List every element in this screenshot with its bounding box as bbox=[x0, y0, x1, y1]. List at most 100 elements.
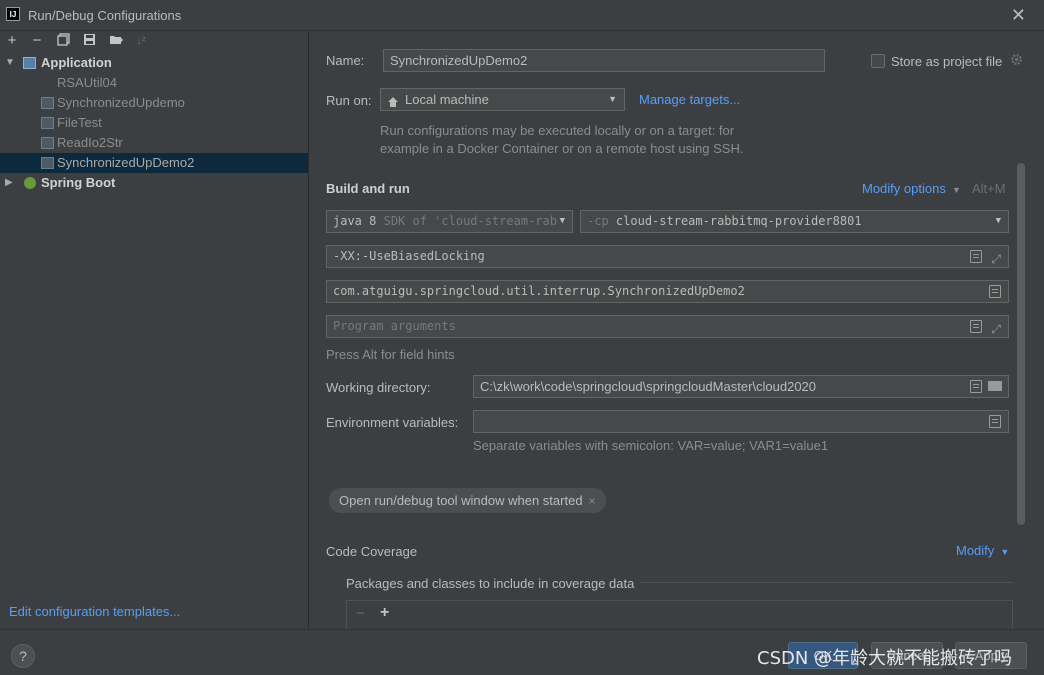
run-on-value: Local machine bbox=[405, 92, 489, 107]
program-arguments-placeholder: Program arguments bbox=[333, 319, 456, 333]
name-input[interactable]: SynchronizedUpDemo2 bbox=[383, 49, 825, 72]
working-directory-input[interactable]: C:\zk\work\code\springcloud\springcloudM… bbox=[473, 375, 1009, 398]
tree-item-spring-boot[interactable]: ▶ Spring Boot bbox=[0, 173, 308, 193]
run-on-hint-line-1: Run configurations may be executed local… bbox=[380, 123, 735, 138]
config-icon bbox=[41, 157, 54, 169]
move-to-folder-icon[interactable] bbox=[108, 33, 124, 49]
chevron-down-icon: ▼ bbox=[949, 185, 961, 195]
remove-option-icon[interactable]: × bbox=[589, 494, 596, 508]
spring-boot-icon bbox=[24, 177, 36, 189]
tree-item-config[interactable]: FileTest bbox=[0, 113, 308, 133]
environment-variables-label: Environment variables: bbox=[326, 415, 459, 430]
expand-icon[interactable]: ⤢ bbox=[991, 249, 1001, 267]
main-class-input[interactable]: com.atguigu.springcloud.util.interrup.Sy… bbox=[326, 280, 1009, 303]
modify-options-shortcut: Alt+M bbox=[972, 181, 1006, 196]
modify-options-label: Modify options bbox=[862, 181, 946, 196]
tree-item-application[interactable]: ▼ Application bbox=[0, 53, 308, 73]
store-as-project-file-label: Store as project file bbox=[891, 54, 1003, 69]
classpath-module-select[interactable]: -cp cloud-stream-rabbitmq-provider8801 ▼ bbox=[580, 210, 1009, 233]
tree-item-label: Application bbox=[41, 55, 112, 70]
environment-variables-hint: Separate variables with semicolon: VAR=v… bbox=[473, 438, 829, 453]
tree-item-config-selected[interactable]: SynchronizedUpDemo2 bbox=[0, 153, 308, 173]
tree-item-label: SynchronizedUpdemo bbox=[57, 95, 185, 110]
tree-item-label: Spring Boot bbox=[41, 175, 116, 190]
config-icon bbox=[41, 97, 54, 109]
vertical-scrollbar[interactable] bbox=[1017, 163, 1025, 525]
tree-item-label: ReadIo2Str bbox=[57, 135, 123, 150]
close-icon[interactable]: ✕ bbox=[1011, 5, 1026, 26]
coverage-packages-list[interactable]: − + bbox=[346, 600, 1013, 629]
chevron-down-icon: ▼ bbox=[995, 216, 1001, 226]
modify-options-link[interactable]: Modify options ▼ bbox=[862, 181, 961, 196]
edit-configuration-templates-link[interactable]: Edit configuration templates... bbox=[9, 604, 180, 619]
chevron-right-icon[interactable]: ▶ bbox=[5, 173, 13, 193]
config-icon bbox=[41, 137, 54, 149]
main-class-value: com.atguigu.springcloud.util.interrup.Sy… bbox=[333, 284, 745, 298]
vm-options-value: -XX:-UseBiasedLocking bbox=[333, 249, 485, 263]
tree-item-label: SynchronizedUpDemo2 bbox=[57, 155, 195, 170]
environment-variables-input[interactable] bbox=[473, 410, 1009, 433]
application-icon bbox=[23, 57, 36, 69]
section-divider bbox=[640, 582, 1013, 583]
chevron-down-icon: ▼ bbox=[608, 94, 617, 104]
dialog-footer: ? OK Cancel Apply CSDN @年龄大就不能搬砖了吗 bbox=[0, 629, 1044, 675]
classpath-module-value: cloud-stream-rabbitmq-provider8801 bbox=[615, 214, 862, 228]
gear-icon[interactable] bbox=[1010, 53, 1023, 66]
open-tool-window-option-chip[interactable]: Open run/debug tool window when started × bbox=[329, 488, 606, 513]
chevron-down-icon: ▼ bbox=[997, 547, 1010, 557]
folder-icon[interactable] bbox=[988, 381, 1002, 391]
sort-icon[interactable]: ↓² bbox=[133, 33, 149, 49]
window-title: Run/Debug Configurations bbox=[28, 8, 182, 23]
working-directory-value: C:\zk\work\code\springcloud\springcloudM… bbox=[480, 379, 817, 394]
run-on-hint-line-2: example in a Docker Container or on a re… bbox=[380, 141, 744, 156]
sdk-value: java 8 bbox=[333, 214, 377, 228]
config-toolbar: + − ↓² bbox=[0, 31, 308, 53]
copy-icon[interactable] bbox=[55, 33, 71, 49]
title-bar: IJ Run/Debug Configurations ✕ bbox=[0, 0, 1044, 31]
save-icon[interactable] bbox=[81, 33, 97, 49]
tree-item-config[interactable]: RSAUtil04 bbox=[0, 73, 308, 93]
manage-targets-link[interactable]: Manage targets... bbox=[639, 92, 740, 107]
help-button[interactable]: ? bbox=[11, 644, 35, 668]
working-directory-label: Working directory: bbox=[326, 380, 431, 395]
add-icon[interactable]: + bbox=[4, 33, 20, 49]
add-icon[interactable]: + bbox=[380, 604, 389, 622]
edit-text-icon[interactable] bbox=[970, 250, 982, 263]
edit-environment-icon[interactable] bbox=[989, 415, 1001, 428]
tree-item-config[interactable]: ReadIo2Str bbox=[0, 133, 308, 153]
alt-hint: Press Alt for field hints bbox=[326, 347, 455, 362]
tree-item-label: RSAUtil04 bbox=[57, 75, 117, 90]
vm-options-input[interactable]: -XX:-UseBiasedLocking ⤢ bbox=[326, 245, 1009, 268]
chevron-down-icon: ▼ bbox=[559, 216, 565, 226]
remove-icon[interactable]: − bbox=[356, 605, 365, 622]
modify-label: Modify bbox=[956, 543, 995, 558]
chip-label: Open run/debug tool window when started bbox=[339, 493, 583, 508]
chevron-down-icon[interactable]: ▼ bbox=[5, 53, 15, 73]
packages-label: Packages and classes to include in cover… bbox=[346, 576, 635, 591]
run-on-select[interactable]: Local machine ▼ bbox=[380, 88, 625, 111]
configurations-tree: ▼ Application RSAUtil04 SynchronizedUpde… bbox=[0, 53, 308, 193]
build-and-run-title: Build and run bbox=[326, 181, 410, 196]
configuration-editor: Name: SynchronizedUpDemo2 Store as proje… bbox=[310, 31, 1044, 629]
insert-macro-icon[interactable] bbox=[970, 380, 982, 393]
configurations-panel: + − ↓² ▼ Application RSAUtil04 Synchroni… bbox=[0, 31, 309, 629]
csdn-watermark: CSDN @年龄大就不能搬砖了吗 bbox=[757, 648, 1013, 669]
tree-item-config[interactable]: SynchronizedUpdemo bbox=[0, 93, 308, 113]
intellij-logo-icon: IJ bbox=[6, 7, 20, 21]
remove-icon[interactable]: − bbox=[29, 33, 45, 49]
program-arguments-input[interactable]: Program arguments ⤢ bbox=[326, 315, 1009, 338]
sdk-hint: SDK of 'cloud-stream-rab bbox=[383, 214, 557, 228]
modify-coverage-link[interactable]: Modify ▼ bbox=[956, 543, 1009, 558]
browse-class-icon[interactable] bbox=[989, 285, 1001, 298]
store-as-project-file-checkbox[interactable] bbox=[871, 54, 885, 68]
classpath-prefix: -cp bbox=[587, 214, 609, 228]
home-icon bbox=[387, 93, 399, 110]
code-coverage-title: Code Coverage bbox=[326, 544, 418, 559]
name-label: Name: bbox=[326, 53, 365, 68]
config-icon bbox=[41, 117, 54, 129]
expand-icon[interactable]: ⤢ bbox=[991, 319, 1001, 337]
run-on-label: Run on: bbox=[326, 93, 372, 108]
edit-text-icon[interactable] bbox=[970, 320, 982, 333]
tree-item-label: FileTest bbox=[57, 115, 102, 130]
sdk-select[interactable]: java 8 SDK of 'cloud-stream-rab ▼ bbox=[326, 210, 573, 233]
